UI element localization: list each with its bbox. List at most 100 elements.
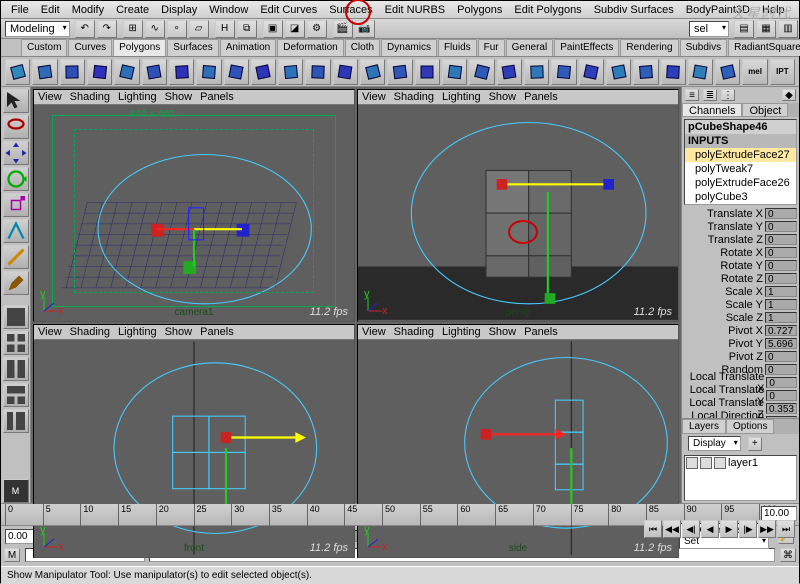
vp-menu-lighting[interactable]: Lighting [442,326,481,338]
viewport-canvas[interactable]: 640 x 480yx11.2 fpscamera1 [34,105,354,321]
paint-tool[interactable] [3,271,29,295]
shelf-platonic-icon[interactable] [305,59,330,85]
shelf-tab-surfaces[interactable]: Surfaces [167,39,218,56]
history-icon[interactable]: H [215,20,235,38]
prev-key-icon[interactable]: ◀| [682,520,700,538]
current-frame-field[interactable] [761,506,797,521]
attr-value-field[interactable]: 0 [765,260,797,271]
menu-create[interactable]: Create [110,4,155,16]
cb-manip-icon[interactable]: ◆ [782,89,796,101]
vp-menu-panels[interactable]: Panels [524,326,558,338]
input-node[interactable]: polyExtrudeFace26 [685,176,796,190]
shelf-plane-icon[interactable] [114,59,139,85]
shelf-wedge-icon[interactable] [606,59,631,85]
vp-menu-view[interactable]: View [362,91,386,103]
layer-row[interactable]: layer1 [685,456,796,470]
menu-display[interactable]: Display [155,4,203,16]
menu-file[interactable]: File [5,4,35,16]
vp-menu-show[interactable]: Show [165,326,193,338]
next-key-icon[interactable]: |▶ [739,520,757,538]
viewport-camera1[interactable]: View Shading Lighting Show Panels 640 x 480yx… [33,89,355,322]
shelf-append-icon[interactable] [333,59,358,85]
vp-menu-lighting[interactable]: Lighting [118,91,157,103]
last-tool[interactable] [3,245,29,269]
layer-display-type-icon[interactable] [700,457,712,469]
shelf-cone-icon[interactable] [87,59,112,85]
tab-channels[interactable]: Channels [682,103,742,117]
attr-value-field[interactable]: 0 [766,390,797,401]
single-pane-layout[interactable] [3,305,29,329]
attr-value-field[interactable]: 0.727 [765,325,797,336]
shelf-detach-icon[interactable] [551,59,576,85]
mel-icon[interactable]: M [4,548,20,562]
shelf-soccer-icon[interactable] [278,59,303,85]
shelf-poke-icon[interactable] [633,59,658,85]
construction-history-icon[interactable]: ⧉ [237,20,257,38]
menu-edit-curves[interactable]: Edit Curves [254,4,323,16]
vp-menu-show[interactable]: Show [165,91,193,103]
shelf-tab-fluids[interactable]: Fluids [438,39,477,56]
play-forward-icon[interactable]: ▶ [720,520,738,538]
vp-menu-panels[interactable]: Panels [200,326,234,338]
vp-menu-lighting[interactable]: Lighting [118,326,157,338]
input-node[interactable]: polyTweak7 [685,162,796,176]
shelf-mel-icon[interactable]: mel [742,59,767,85]
vp-menu-show[interactable]: Show [489,91,517,103]
play-back-icon[interactable]: ◀ [701,520,719,538]
move-tool[interactable] [3,141,29,165]
camera-icon[interactable]: 📷 [355,20,375,38]
attr-value-field[interactable]: 0 [765,247,797,258]
menu-surfaces[interactable]: Surfaces [323,4,378,16]
menu-modify[interactable]: Modify [66,4,110,16]
shelf-cube-icon[interactable] [32,59,57,85]
vp-menu-panels[interactable]: Panels [200,91,234,103]
tab-object[interactable]: Object [742,103,788,117]
shelf-tab-polygons[interactable]: Polygons [113,39,166,56]
vp-menu-view[interactable]: View [38,91,62,103]
attr-value-field[interactable]: 0 [766,377,797,388]
shelf-tab-fur[interactable]: Fur [478,39,505,56]
shelf-tab-general[interactable]: General [506,39,554,56]
scale-tool[interactable] [3,193,29,217]
selection-mask-dropdown[interactable]: sel [689,21,729,37]
shelf-cut-icon[interactable] [442,59,467,85]
attr-value-field[interactable]: 1 [765,312,797,323]
attr-value-field[interactable]: 0 [765,364,797,375]
vp-menu-shading[interactable]: Shading [70,91,110,103]
shelf-tab-cloth[interactable]: Cloth [345,39,380,56]
shelf-smooth-icon[interactable] [497,59,522,85]
vp-menu-view[interactable]: View [38,326,62,338]
mode-dropdown[interactable]: Modeling [5,21,70,37]
undo-icon[interactable]: ↶ [75,20,95,38]
shelf-chamfer-icon[interactable] [661,59,686,85]
attr-value-field[interactable]: 0 [765,208,797,219]
viewport-persp[interactable]: ViewShadingLightingShowPanelsyx11.2 fpsp… [357,89,679,322]
step-back-icon[interactable]: ◀◀ [663,520,681,538]
snap-plane-icon[interactable]: ▱ [189,20,209,38]
cb-icon-1[interactable]: ≡ [685,89,699,101]
attr-value-field[interactable]: 0 [765,234,797,245]
vp-menu-shading[interactable]: Shading [394,91,434,103]
shelf-prism-icon[interactable] [169,59,194,85]
menu-edit-polygons[interactable]: Edit Polygons [508,4,587,16]
tab-layers[interactable]: Layers [682,419,726,434]
attr-value-field[interactable]: 0 [765,221,797,232]
select-tool[interactable] [3,89,29,113]
tab-options[interactable]: Options [726,419,774,434]
vp-menu-shading[interactable]: Shading [394,326,434,338]
shelf-cylinder-icon[interactable] [60,59,85,85]
cb-icon-2[interactable]: ≣ [703,89,717,101]
input-node[interactable]: polyCube3 [685,190,796,204]
show-manipulator-tool[interactable] [3,219,29,243]
shelf-merge-icon[interactable] [469,59,494,85]
snap-grid-icon[interactable]: ⊞ [123,20,143,38]
snap-curve-icon[interactable]: ∿ [145,20,165,38]
attr-value-field[interactable]: 5.696 [765,338,797,349]
outliner-layout[interactable] [3,409,29,433]
rotate-tool[interactable] [3,167,29,191]
shelf-tab-custom[interactable]: Custom [21,39,67,56]
shelf-sphere-icon[interactable] [5,59,30,85]
shelf-fill-icon[interactable] [579,59,604,85]
vp-menu-show[interactable]: Show [489,326,517,338]
snap-point-icon[interactable]: ∘ [167,20,187,38]
